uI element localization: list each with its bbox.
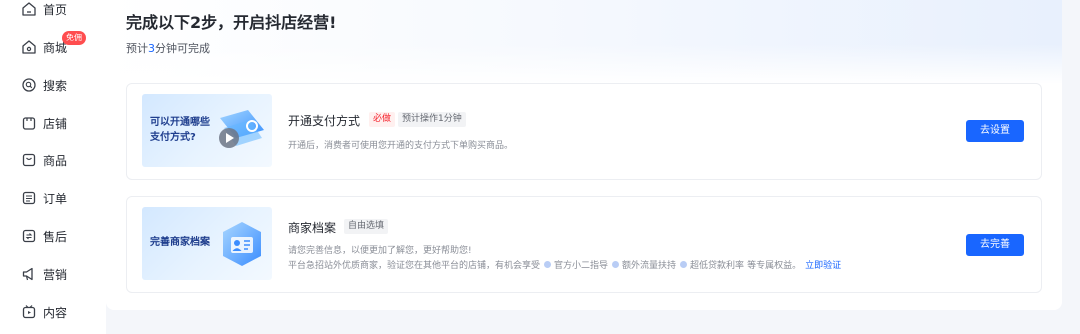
perk-check-icon <box>680 261 688 268</box>
payment-card-icon <box>219 110 264 148</box>
sidebar-item-order[interactable]: 订单 <box>21 188 67 208</box>
sidebar-item-product[interactable]: 商品 <box>21 150 67 170</box>
perk-suffix: 等专属权益。 <box>747 261 802 271</box>
sidebar-item-store[interactable]: 店铺 <box>21 113 67 133</box>
page-subtitle: 预计3分钟可完成 <box>126 40 210 56</box>
verify-now-link[interactable]: 立即验证 <box>805 258 841 271</box>
sidebar-item-after-sales[interactable]: 售后 <box>21 226 67 246</box>
mall-icon <box>21 39 37 55</box>
after-sales-icon <box>21 228 37 244</box>
banner-line1: 可以开通哪些 <box>150 117 210 128</box>
sidebar-item-label: 售后 <box>43 229 68 244</box>
payment-banner: 可以开通哪些 支付方式? <box>142 94 272 167</box>
marketing-icon <box>21 266 37 282</box>
subtitle-prefix: 预计 <box>126 42 148 55</box>
sidebar-item-label: 首页 <box>43 2 68 17</box>
page-title: 完成以下2步，开启抖店经营! <box>126 13 337 32</box>
required-tag: 必做 <box>369 112 396 127</box>
time-tag: 预计操作1分钟 <box>398 112 466 127</box>
sidebar-item-marketing[interactable]: 营销 <box>21 264 67 284</box>
perk-item: 超低贷款利率 <box>680 258 744 271</box>
perk-item: 额外流量扶持 <box>612 258 676 271</box>
sidebar-item-search[interactable]: 搜索 <box>21 75 67 95</box>
complete-profile-button[interactable]: 去完善 <box>966 234 1024 256</box>
perk-item: 官方小二指导 <box>544 258 608 271</box>
step-description: 请您完善信息，以便更加了解您，更好帮助您! <box>288 246 472 256</box>
store-icon <box>21 115 37 131</box>
order-icon <box>21 190 37 206</box>
sidebar-item-home[interactable]: 首页 <box>21 0 67 19</box>
home-icon <box>21 1 37 17</box>
profile-banner: 完善商家档案 <box>142 207 272 280</box>
sidebar-item-label: 内容 <box>43 305 68 320</box>
sidebar-item-mall[interactable]: 商城 <box>21 37 67 57</box>
sidebar-item-label: 商品 <box>43 153 68 168</box>
sidebar-item-label: 搜索 <box>43 78 68 93</box>
profile-card-icon <box>223 222 261 266</box>
search-icon <box>21 77 37 93</box>
perk-label: 官方小二指导 <box>554 261 609 271</box>
banner-line2: 支付方式? <box>150 132 196 143</box>
optional-tag: 自由选填 <box>344 219 389 234</box>
perk-label: 额外流量扶持 <box>622 261 677 271</box>
sidebar-item-label: 订单 <box>43 191 68 206</box>
step-card-payment: 可以开通哪些 支付方式? 开通支付方式 必做 预计操作1分钟 开通后，消费者可使… <box>126 83 1042 180</box>
perk-check-icon <box>612 261 620 268</box>
onboarding-panel: 完成以下2步，开启抖店经营! 预计3分钟可完成 可以开通哪些 支付方式? 开通支… <box>106 0 1062 310</box>
perk-label: 超低贷款利率 <box>690 261 745 271</box>
sidebar-item-label: 店铺 <box>43 116 68 131</box>
subtitle-minutes: 3 <box>148 42 155 55</box>
sidebar-item-label: 营销 <box>43 267 68 282</box>
step-title: 开通支付方式 <box>288 114 361 128</box>
content-icon <box>21 304 37 320</box>
promo-text: 平台急招站外优质商家，验证您在其他平台的店铺，有机会享受 <box>288 261 541 271</box>
subtitle-suffix: 分钟可完成 <box>155 42 210 55</box>
sidebar: 首页 商城 免佣 搜索 店铺 商品 订单 售后 营销 内容 <box>0 0 106 334</box>
perk-check-icon <box>544 261 552 268</box>
mall-badge: 免佣 <box>62 31 86 45</box>
sidebar-item-content[interactable]: 内容 <box>21 302 67 322</box>
step-card-merchant-profile: 完善商家档案 商家档案 自由选填 请您完善信息，以便更加了解您，更好帮助您! 平… <box>126 196 1042 293</box>
banner-line1: 完善商家档案 <box>150 237 210 248</box>
setup-payment-button[interactable]: 去设置 <box>966 120 1024 142</box>
verify-promo: 平台急招站外优质商家，验证您在其他平台的店铺，有机会享受 官方小二指导 额外流量… <box>288 258 841 271</box>
step-title: 商家档案 <box>288 221 337 235</box>
step-description: 开通后，消费者可使用您开通的支付方式下单购买商品。 <box>288 141 514 151</box>
product-icon <box>21 152 37 168</box>
